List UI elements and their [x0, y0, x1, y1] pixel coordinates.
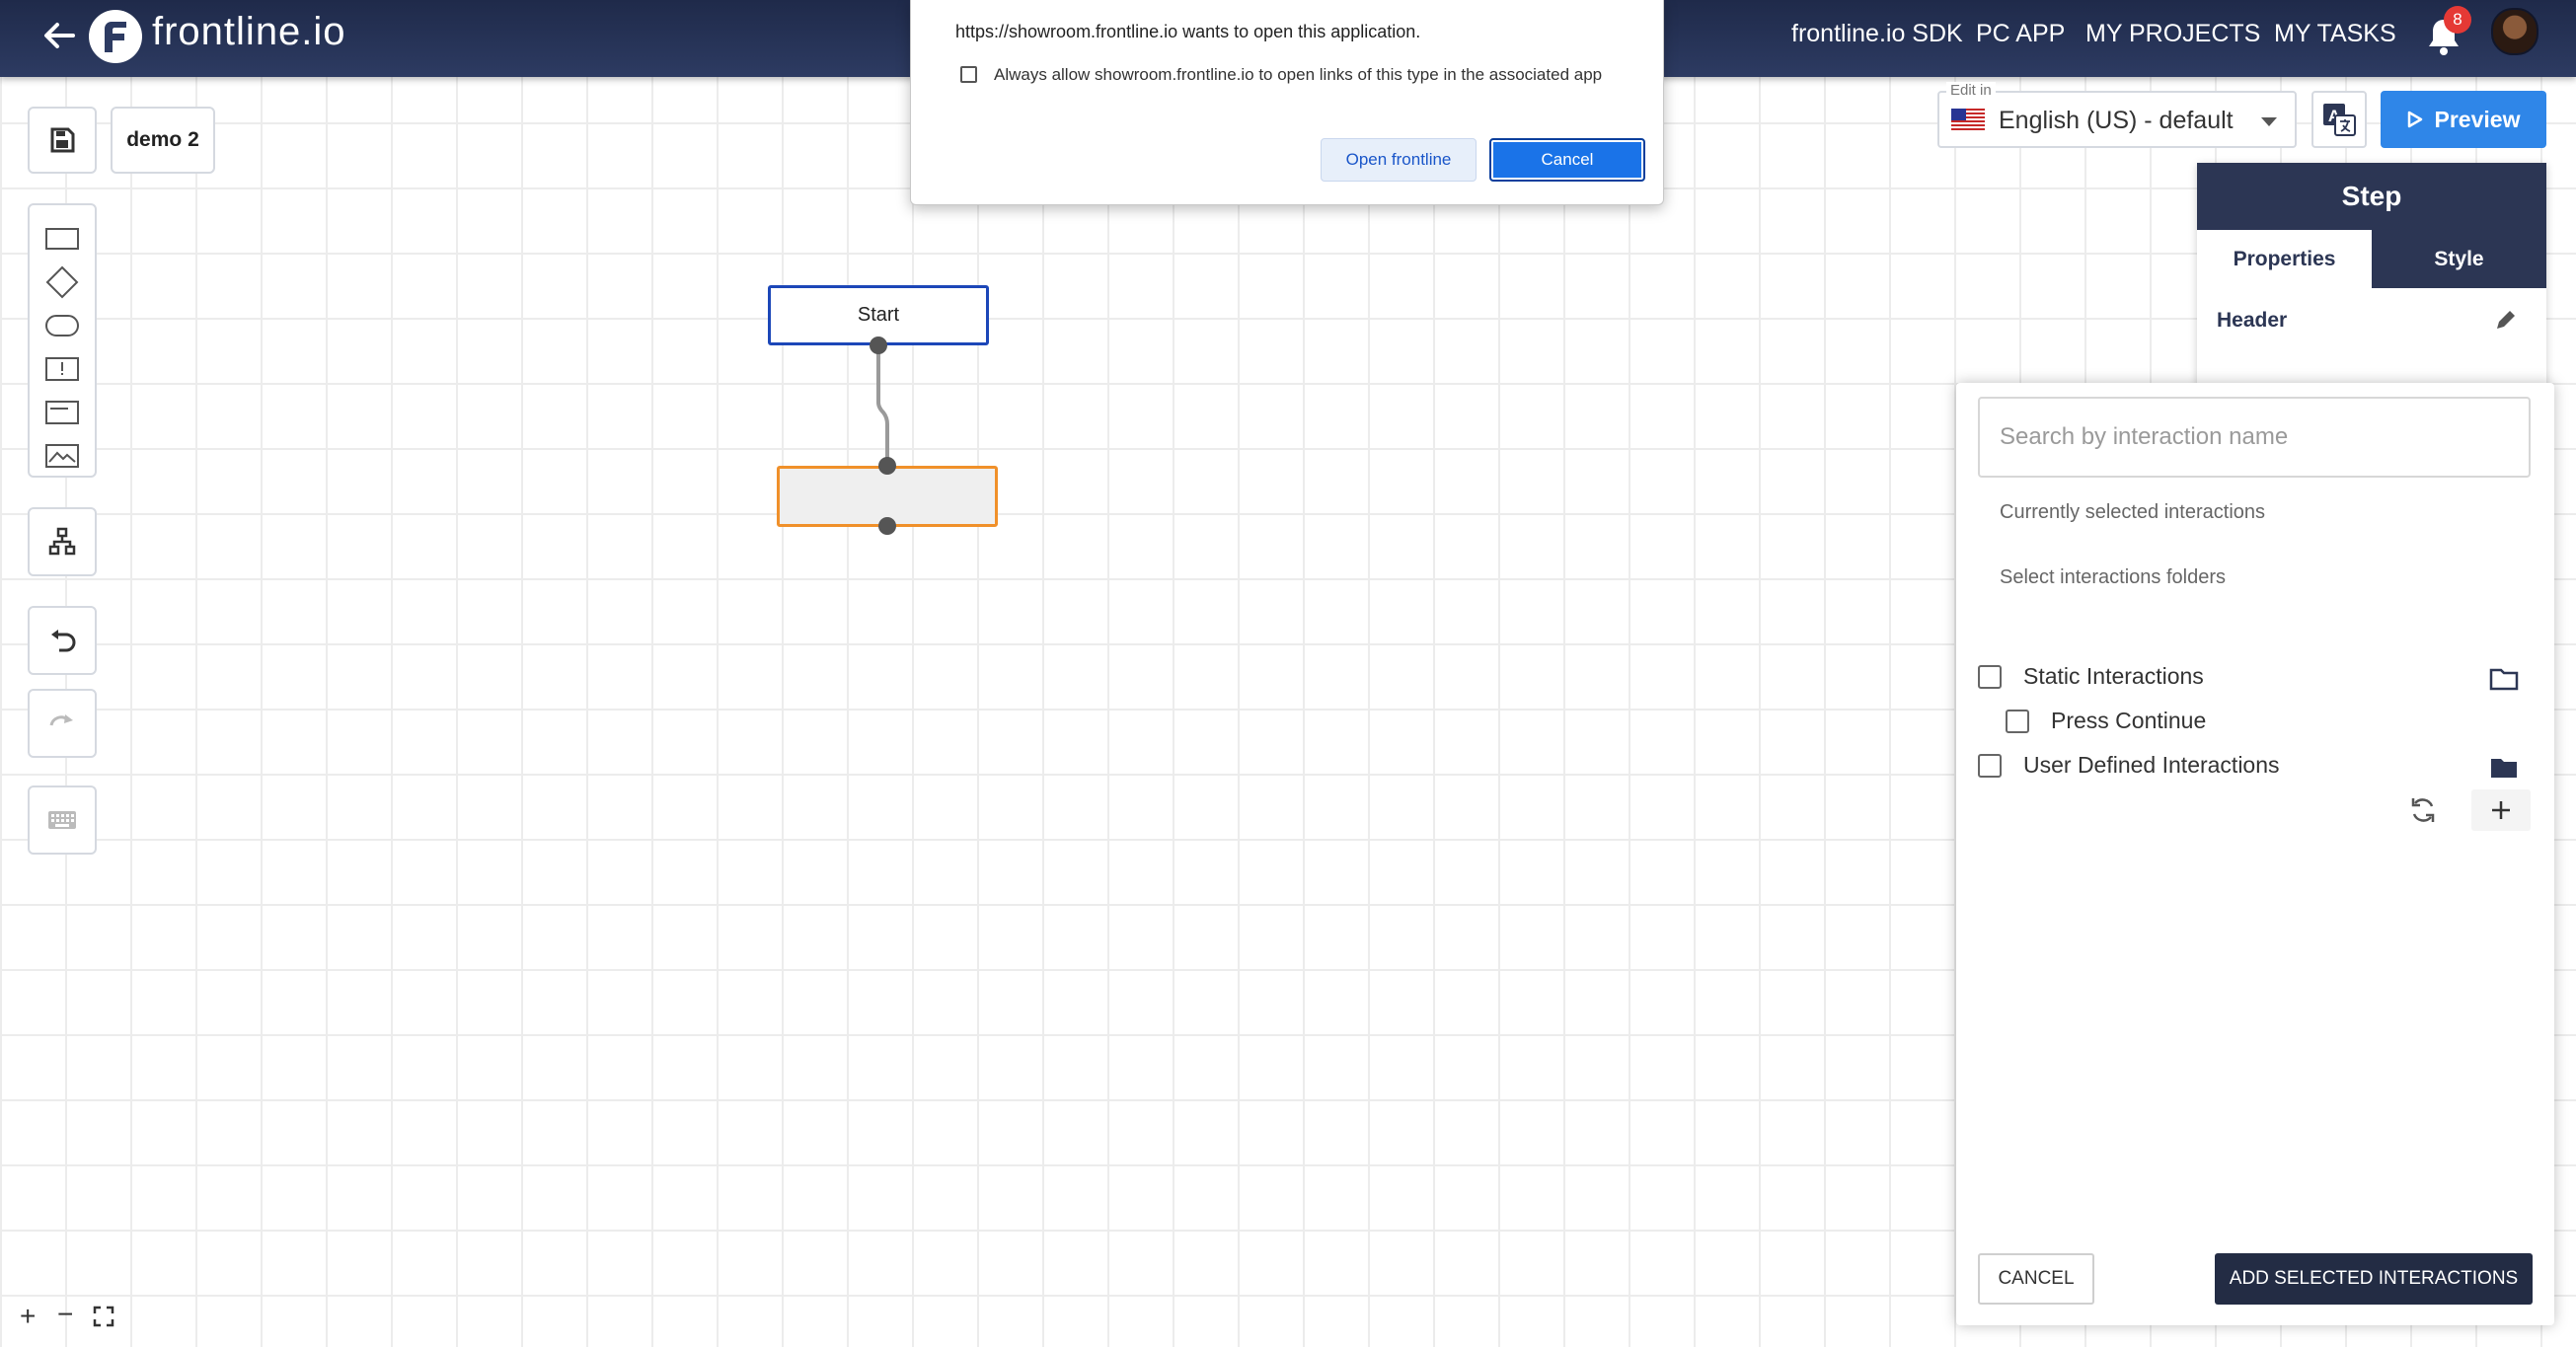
always-allow-checkbox[interactable] — [960, 66, 977, 83]
zoom-out-icon[interactable]: − — [57, 1299, 73, 1330]
fit-screen-icon[interactable] — [93, 1303, 114, 1334]
tab-style[interactable]: Style — [2372, 230, 2546, 288]
translate-icon: A — [2323, 104, 2356, 136]
add-folder-button[interactable] — [2471, 789, 2531, 831]
interaction-search-input[interactable] — [1978, 397, 2531, 478]
refresh-icon[interactable] — [2408, 795, 2440, 827]
folder-outline-icon[interactable] — [2489, 667, 2521, 693]
language-select[interactable]: English (US) - default — [1937, 91, 2297, 148]
tree-item-label: Press Continue — [2051, 708, 2207, 733]
language-value: English (US) - default — [1999, 107, 2234, 134]
currently-selected-label: Currently selected interactions — [2000, 501, 2266, 523]
preview-button[interactable]: Preview — [2381, 91, 2546, 148]
tree-item-label: User Defined Interactions — [2023, 752, 2280, 778]
play-icon — [2407, 111, 2422, 128]
cancel-button[interactable]: CANCEL — [1978, 1253, 2094, 1305]
open-app-dialog: https://showroom.frontline.io wants to o… — [910, 0, 1664, 205]
start-node-output-handle[interactable] — [870, 337, 887, 354]
dialog-cancel-button[interactable]: Cancel — [1489, 138, 1645, 182]
step-node-output-handle[interactable] — [878, 517, 896, 535]
interactions-panel: Currently selected interactions Select i… — [1956, 383, 2554, 1325]
select-folders-label: Select interactions folders — [2000, 566, 2227, 588]
language-caption: Edit in — [1946, 82, 1996, 99]
tree-item-user-defined-interactions[interactable]: User Defined Interactions — [1978, 752, 2280, 779]
preview-label: Preview — [2434, 106, 2521, 132]
static-interactions-checkbox[interactable] — [1978, 664, 2002, 689]
us-flag-icon — [1951, 109, 1985, 130]
plus-icon — [2492, 801, 2510, 819]
tree-item-static-interactions[interactable]: Static Interactions — [1978, 663, 2204, 690]
open-frontline-button[interactable]: Open frontline — [1321, 138, 1477, 182]
dialog-message: https://showroom.frontline.io wants to o… — [955, 22, 1421, 41]
header-property-label: Header — [2217, 309, 2288, 332]
folder-filled-icon[interactable] — [2489, 756, 2521, 782]
user-defined-interactions-checkbox[interactable] — [1978, 753, 2002, 778]
translate-button[interactable]: A — [2311, 91, 2367, 148]
tree-item-press-continue[interactable]: Press Continue — [2006, 708, 2206, 734]
step-node-input-handle[interactable] — [878, 457, 896, 475]
pencil-icon[interactable] — [2493, 307, 2523, 337]
add-selected-interactions-button[interactable]: ADD SELECTED INTERACTIONS — [2215, 1253, 2533, 1305]
tab-properties[interactable]: Properties — [2197, 230, 2372, 288]
zoom-in-icon[interactable]: + — [20, 1301, 36, 1332]
step-panel-title: Step — [2197, 163, 2546, 230]
always-allow-label: Always allow showroom.frontline.io to op… — [994, 65, 1603, 84]
press-continue-checkbox[interactable] — [2006, 709, 2029, 733]
chevron-down-icon — [2261, 117, 2277, 126]
step-panel: Step Properties Style Header — [2197, 163, 2546, 390]
tree-item-label: Static Interactions — [2023, 663, 2204, 689]
